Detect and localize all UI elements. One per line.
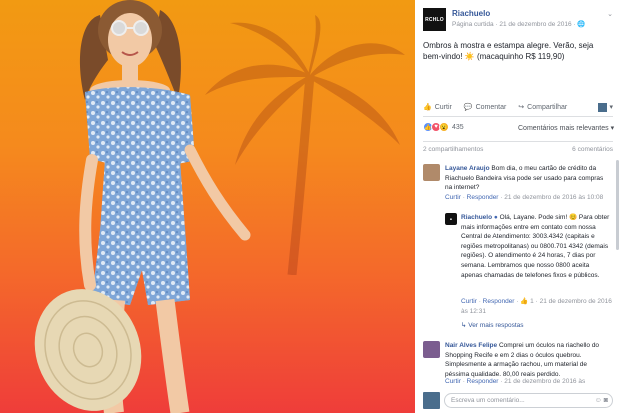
comment-time[interactable]: 21 de dezembro de 2016 às [504,378,585,385]
globe-icon: 🌐 [577,21,586,28]
comment-meta: Curtir · Responder · 21 de dezembro de 2… [445,378,586,385]
comment-input-placeholder: Escreva um comentário... [451,397,525,404]
like-button[interactable]: 👍 Curtir [423,103,452,112]
chevron-down-icon: ▾ [609,104,613,111]
comment-button[interactable]: 💬 Comentar [463,103,507,112]
post-meta: Página curtida · 21 de dezembro de 2016 … [452,20,585,28]
audience-selector[interactable]: ▾ [598,102,613,112]
comment-author[interactable]: Riachuelo [461,214,492,221]
emoji-camera-icons[interactable]: ☺ ◙ [595,397,608,404]
comment-like-link[interactable]: Curtir [461,298,477,305]
post-actions: 👍 Curtir 💬 Comentar ↪ Compartilhar ▾ [423,100,613,114]
scrollbar[interactable] [616,160,619,250]
comment-meta: Curtir · Responder · 21 de dezembro de 2… [445,194,604,201]
divider [423,116,613,117]
avatar[interactable]: ■ [445,213,457,225]
like-label: Curtir [434,103,452,111]
comment-author[interactable]: Nair Alves Felipe [445,342,497,349]
wow-reaction-icon: 😮 [439,122,449,132]
divider [423,141,613,142]
comment-like-link[interactable]: Curtir [445,194,461,201]
comment-body: Layane Araujo Bom dia, o meu cartão de c… [445,164,611,193]
share-button[interactable]: ↪ Compartilhar [518,103,568,112]
reply-arrow-icon: ↳ [461,322,467,329]
comment-reply-link[interactable]: Responder [467,378,499,385]
post-meta-text: Página curtida · 21 de dezembro de 2016 … [452,21,578,28]
reply: ■ Riachuelo ● Olá, Layane. Pode sim! 😊 P… [445,213,613,303]
write-comment: Escreva um comentário... ☺ ◙ [423,392,613,409]
comment-sort-dropdown[interactable]: Comentários mais relevantes ▾ [518,124,614,132]
shares-count[interactable]: 2 compartilhamentos [423,146,483,153]
comment-meta: Curtir · Responder · 👍 1 · 21 de dezembr… [461,298,612,315]
page-logo[interactable]: RCHLO [423,8,446,31]
comments-count[interactable]: 6 comentários [572,146,613,153]
view-more-replies[interactable]: ↳ Ver mais respostas [461,321,524,329]
page-avatar-icon [598,102,608,112]
comment-time[interactable]: 21 de dezembro de 2016 às 10:08 [504,194,603,201]
chevron-down-icon[interactable]: ⌄ [607,10,613,18]
view-more-replies-label: Ver mais respostas [468,322,524,329]
comment-reply-link[interactable]: Responder [467,194,499,201]
post-stats: 2 compartilhamentos 6 comentários [423,146,613,153]
share-label: Compartilhar [527,103,568,111]
comment-icon: 💬 [463,104,473,111]
page-name[interactable]: Riachuelo [452,9,490,18]
share-icon: ↪ [518,104,525,111]
avatar[interactable] [423,341,440,358]
like-count-icon: 👍 [520,298,529,305]
post-photo[interactable] [0,0,415,413]
comment-like-link[interactable]: Curtir [445,378,461,385]
verified-icon: ● [493,214,498,221]
comment-body: Riachuelo ● Olá, Layane. Pode sim! 😊 Par… [461,213,611,280]
reactions-summary[interactable]: 👍 ♥ 😮 435 [423,122,464,132]
comment-likes: 1 [530,298,534,305]
post-text: Ombros à mostra e estampa alegre. Verão,… [423,41,594,61]
post-header: RCHLO Riachuelo Página curtida · 21 de d… [423,8,613,34]
thumbs-up-icon: 👍 [423,104,432,111]
comment-body: Nair Alves Felipe Comprei um óculos na r… [445,341,611,379]
model-figure [34,0,251,413]
comment: Nair Alves Felipe Comprei um óculos na r… [423,341,613,379]
comment-author[interactable]: Layane Araujo [445,165,490,172]
comment-label: Comentar [475,103,507,111]
reaction-count: 435 [452,123,464,131]
avatar [423,392,440,409]
comment-reply-link[interactable]: Responder [483,298,515,305]
avatar[interactable] [423,164,440,181]
comment-text: Olá, Layane. Pode sim! 😊 Para obter mais… [461,214,610,279]
comment-input[interactable]: Escreva um comentário... ☺ ◙ [444,393,613,408]
post-panel: RCHLO Riachuelo Página curtida · 21 de d… [415,0,620,413]
